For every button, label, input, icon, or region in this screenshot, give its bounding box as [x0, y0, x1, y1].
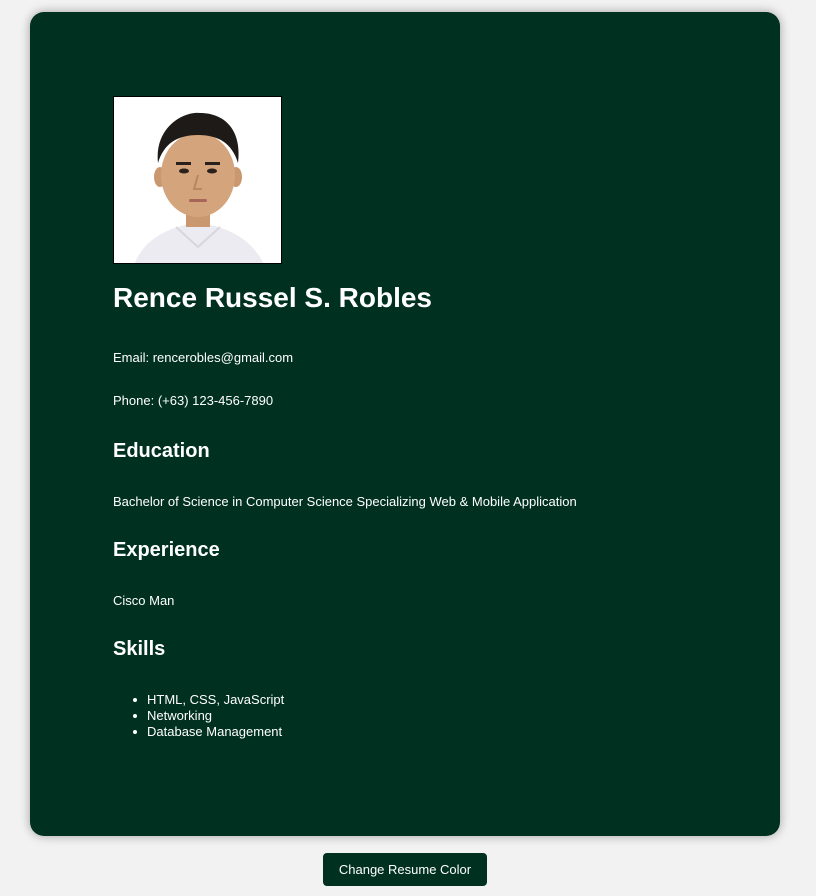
change-resume-color-button[interactable]: Change Resume Color [323, 853, 487, 886]
skill-label: Database Management [147, 724, 283, 739]
skills-heading: Skills [113, 638, 166, 660]
skill-label: Networking [147, 708, 213, 723]
experience-heading: Experience [113, 539, 220, 561]
candidate-name: Rence Russel S. Robles [113, 282, 433, 313]
profile-photo [113, 96, 282, 264]
education-heading: Education [113, 440, 210, 462]
bullet-icon [133, 698, 137, 702]
skills-list: HTML, CSS, JavaScript Networking Databas… [113, 692, 713, 740]
resume-content: Rence Russel S. Robles Email: renceroble… [113, 96, 713, 740]
bullet-icon [133, 714, 137, 718]
bullet-icon [133, 730, 137, 734]
resume-card: Rence Russel S. Robles Email: renceroble… [30, 12, 780, 836]
education-text: Bachelor of Science in Computer Science … [113, 494, 577, 509]
skill-item: Networking [129, 708, 713, 724]
experience-text: Cisco Man [113, 593, 175, 608]
skill-item: HTML, CSS, JavaScript [129, 692, 713, 708]
email-line: Email: rencerobles@gmail.com [113, 350, 294, 365]
skill-label: HTML, CSS, JavaScript [147, 692, 285, 707]
skill-item: Database Management [129, 724, 713, 740]
phone-line: Phone: (+63) 123-456-7890 [113, 393, 274, 408]
